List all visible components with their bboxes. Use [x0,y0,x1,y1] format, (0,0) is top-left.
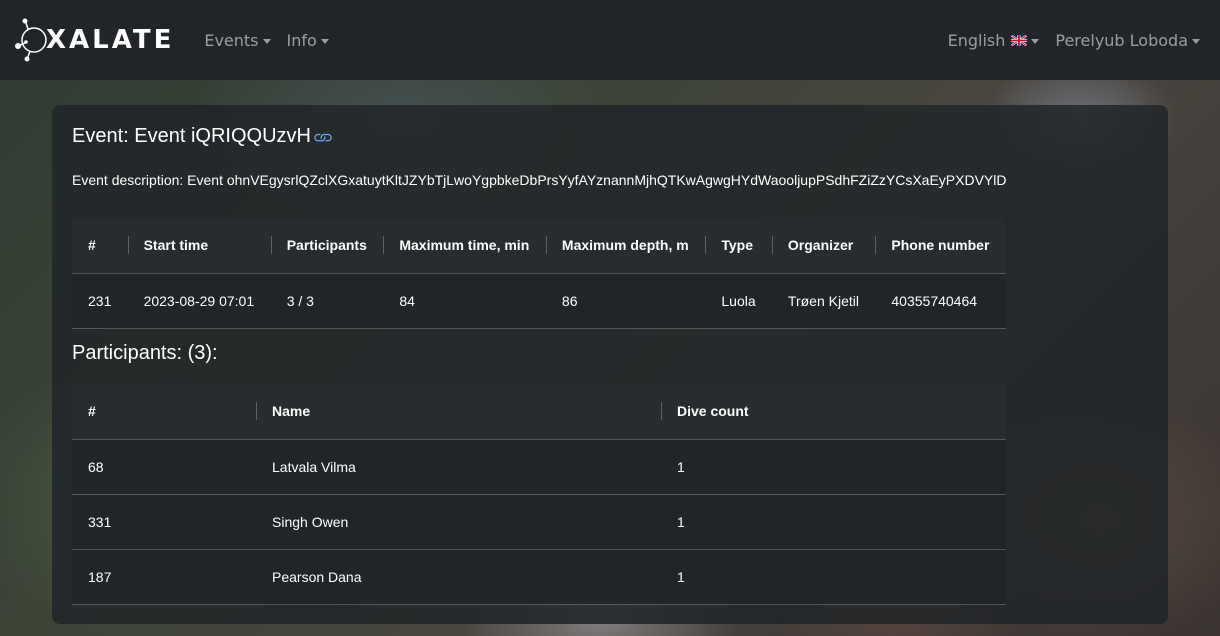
cell-number: 187 [72,548,256,605]
user-name: Perelyub Loboda [1055,30,1188,50]
navbar: XALATE Events Info English Perelyub Lobo… [0,0,1220,80]
participants-title: Participants: (3): [72,342,218,364]
header-phone: Phone number [875,218,1006,273]
header-type: Type [705,218,772,273]
brand-name: XALATE [46,25,175,55]
table-row: 68 Latvala Vilma 1 [72,438,1006,494]
header-max-time: Maximum time, min [383,218,546,273]
header-max-depth: Maximum depth, m [545,218,706,273]
event-table-header-row: # Start time Participants Maximum time, … [72,218,1006,273]
table-row: 187 Pearson Dana 1 [72,548,1006,605]
link-icon[interactable] [313,127,333,147]
cell-organizer: Trøen Kjetil [771,272,876,329]
participants-header-row: # Name Dive count [72,384,1006,439]
cell-dive-count: 1 [661,438,1006,494]
chevron-down-icon [262,38,271,44]
event-description-prefix: Event description: [72,172,188,188]
cell-phone: 40355740464 [875,272,1006,329]
nav-info-dropdown[interactable]: Info [279,31,337,50]
language-dropdown[interactable]: English [940,31,1048,50]
header-start-time: Start time [127,218,271,273]
cell-name: Pearson Dana [256,548,661,605]
chevron-down-icon [320,38,329,44]
cell-number: 68 [72,438,256,494]
uk-flag-icon [1011,34,1028,46]
molecule-logo-icon [15,18,47,62]
participants-table: # Name Dive count 68 Latvala Vilma 1 331… [72,384,1006,605]
chevron-down-icon [1192,38,1200,44]
user-dropdown[interactable]: Perelyub Loboda [1047,31,1208,50]
header-number: # [72,384,256,439]
cell-number: 231 [72,272,128,329]
cell-name: Singh Owen [256,493,661,549]
header-number: # [72,218,128,273]
cell-name: Latvala Vilma [256,438,661,494]
cell-participants: 3 / 3 [270,272,384,329]
cell-type: Luola [705,272,772,329]
language-label: English [947,30,1006,50]
event-title-prefix: Event: [72,125,129,147]
header-organizer: Organizer [771,218,876,273]
cell-start-time: 2023-08-29 07:01 [127,272,271,329]
event-title-text: Event iQRIQQUzvH [134,125,311,147]
cell-dive-count: 1 [661,548,1006,605]
nav-events-label: Events [204,30,259,50]
event-description: Event description: Event ohnVEgysrlQZclX… [72,172,1007,188]
event-table: # Start time Participants Maximum time, … [72,218,1006,329]
event-description-text: Event ohnVEgysrlQZclXGxatuytKltJZYbTjLwo… [187,172,1007,188]
cell-dive-count: 1 [661,493,1006,549]
header-dive-count: Dive count [661,384,1006,439]
chevron-down-icon [1031,38,1040,44]
brand-link[interactable]: XALATE [14,0,174,80]
event-title: Event: Event iQRIQQUzvH [72,125,333,148]
table-row: 231 2023-08-29 07:01 3 / 3 84 86 Luola T… [72,272,1006,329]
header-name: Name [256,384,661,439]
cell-max-time: 84 [383,272,546,329]
cell-max-depth: 86 [545,272,706,329]
table-row: 331 Singh Owen 1 [72,493,1006,549]
nav-info-label: Info [286,30,317,50]
cell-number: 331 [72,493,256,549]
nav-events-dropdown[interactable]: Events [196,31,278,50]
header-participants: Participants [270,218,384,273]
